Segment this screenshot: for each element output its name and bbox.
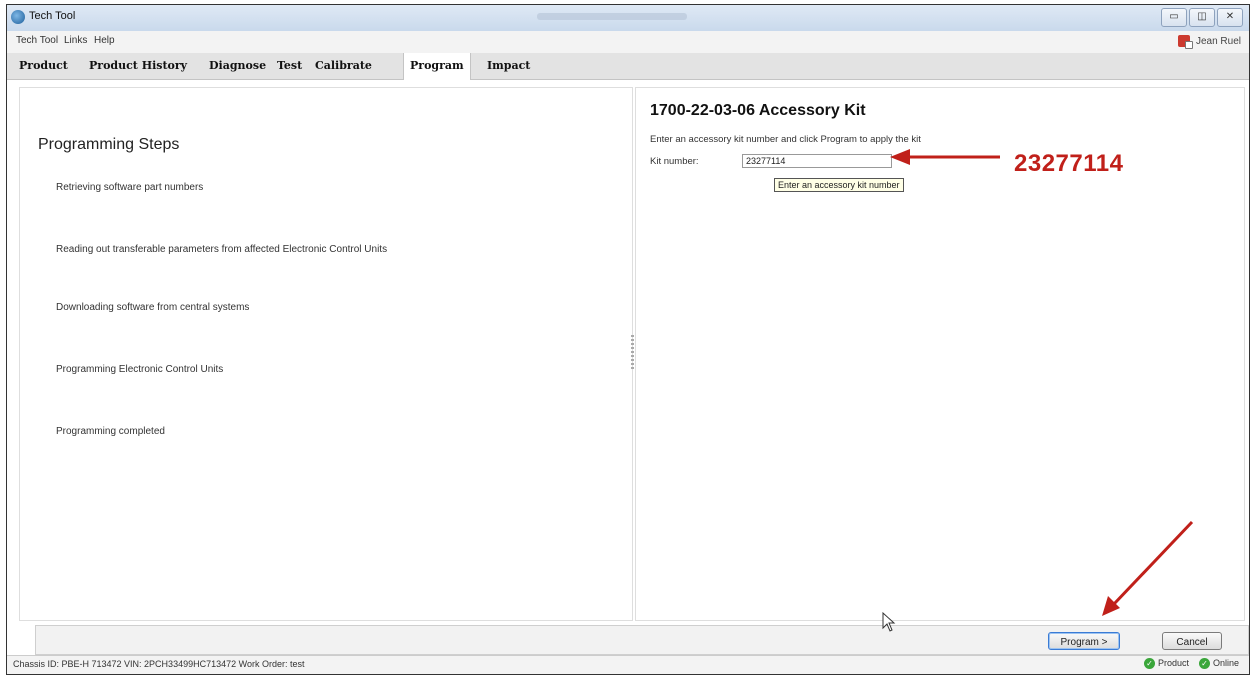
tab-program[interactable]: Program (403, 53, 471, 80)
mouse-cursor-icon (882, 612, 896, 632)
programming-steps-pane: Programming Steps Retrieving software pa… (19, 87, 633, 621)
program-button[interactable]: Program > (1048, 632, 1120, 650)
app-icon (11, 10, 25, 24)
application-window: Tech Tool ▭ ◫ ✕ Tech Tool Links Help Jea… (6, 4, 1250, 675)
menu-bar: Tech Tool Links Help Jean Ruel (7, 31, 1249, 54)
check-icon: ✓ (1143, 658, 1155, 669)
user-icon (1177, 35, 1193, 49)
user-area[interactable]: Jean Ruel (1177, 35, 1241, 49)
menu-tech-tool[interactable]: Tech Tool (13, 35, 61, 46)
status-indicators: ✓ Product ✓ Online (1143, 658, 1239, 669)
action-bar: Program > Cancel (35, 625, 1249, 655)
tab-test[interactable]: Test (271, 53, 308, 79)
steps-title: Programming Steps (38, 136, 180, 153)
tab-product-history[interactable]: Product History (83, 53, 193, 79)
step-item: Retrieving software part numbers (56, 182, 204, 193)
menu-help[interactable]: Help (91, 35, 118, 46)
check-icon: ✓ (1198, 658, 1210, 669)
kit-number-label: Kit number: (650, 156, 699, 167)
tab-impact[interactable]: Impact (481, 53, 536, 79)
menu-links[interactable]: Links (61, 35, 90, 46)
online-status-label: Online (1212, 658, 1239, 668)
user-name: Jean Ruel (1195, 35, 1241, 47)
status-bar: Chassis ID: PBE-H 713472 VIN: 2PCH33499H… (7, 655, 1249, 674)
maximize-icon[interactable]: ◫ (1189, 8, 1215, 27)
minimize-icon[interactable]: ▭ (1161, 8, 1187, 27)
kit-description: Enter an accessory kit number and click … (650, 134, 921, 145)
step-item: Reading out transferable parameters from… (56, 244, 388, 255)
status-info: Chassis ID: PBE-H 713472 VIN: 2PCH33499H… (13, 659, 305, 669)
window-controls: ▭ ◫ ✕ (1161, 8, 1243, 27)
close-icon[interactable]: ✕ (1217, 8, 1243, 27)
online-status: ✓ Online (1198, 658, 1239, 669)
tab-diagnose[interactable]: Diagnose (203, 53, 272, 79)
kit-title: 1700-22-03-06 Accessory Kit (650, 102, 866, 119)
product-status: ✓ Product (1143, 658, 1189, 669)
tab-product[interactable]: Product (13, 53, 74, 79)
kit-number-tooltip: Enter an accessory kit number (774, 178, 904, 192)
step-item: Programming completed (56, 426, 165, 437)
step-item: Programming Electronic Control Units (56, 364, 224, 375)
window-title: Tech Tool (29, 10, 76, 22)
product-status-label: Product (1157, 658, 1189, 668)
tab-calibrate[interactable]: Calibrate (309, 53, 378, 79)
kit-number-input[interactable] (742, 154, 892, 168)
title-bar: Tech Tool ▭ ◫ ✕ (7, 5, 1249, 32)
accessory-kit-pane: 1700-22-03-06 Accessory Kit Enter an acc… (635, 87, 1245, 621)
annotation-kit-number: 23277114 (1014, 150, 1124, 177)
pane-splitter[interactable] (631, 335, 634, 371)
cancel-button[interactable]: Cancel (1162, 632, 1222, 650)
main-tab-bar: Product Product History Diagnose Test Ca… (7, 53, 1249, 80)
step-item: Downloading software from central system… (56, 302, 250, 313)
blurred-title-region (537, 13, 687, 20)
